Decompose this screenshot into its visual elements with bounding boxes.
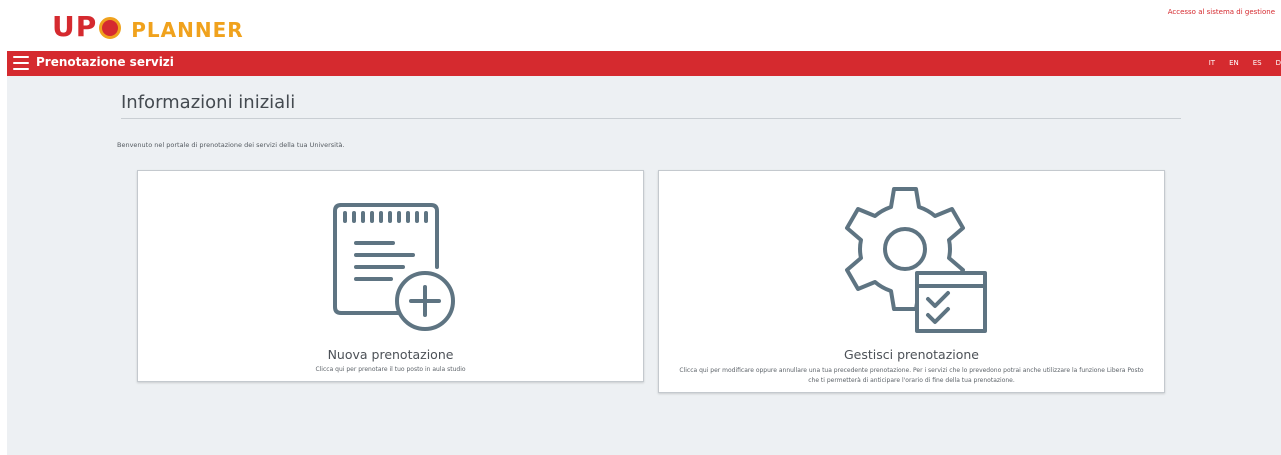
lang-en[interactable]: EN <box>1229 59 1239 67</box>
top-header: UP PLANNER Accesso al sistema di gestion… <box>0 0 1281 51</box>
admin-access-link[interactable]: Accesso al sistema di gestione <box>1168 8 1275 16</box>
lang-de[interactable]: D <box>1276 59 1281 67</box>
manage-booking-card[interactable]: Gestisci prenotazione Clicca qui per mod… <box>658 170 1165 393</box>
page-title: Informazioni iniziali <box>121 92 296 113</box>
navbar: Prenotazione servizi IT EN ES D <box>7 51 1281 76</box>
logo-planner-text: PLANNER <box>131 18 244 42</box>
upo-planner-logo[interactable]: UP PLANNER <box>52 10 244 44</box>
manage-booking-gear-icon <box>844 187 987 333</box>
lang-es[interactable]: ES <box>1253 59 1262 67</box>
hamburger-menu-icon[interactable] <box>13 56 29 70</box>
logo-upo-text: UP <box>52 10 98 43</box>
main-content: Informazioni iniziali Benvenuto nel port… <box>7 76 1281 455</box>
title-divider <box>121 118 1181 119</box>
nav-title: Prenotazione servizi <box>36 55 174 69</box>
new-booking-description: Clicca qui per prenotare il tuo posto in… <box>315 366 466 373</box>
lang-it[interactable]: IT <box>1209 59 1215 67</box>
manage-booking-description: Clicca qui per modificare oppure annulla… <box>679 367 1144 384</box>
logo-ball-icon <box>99 17 122 39</box>
language-switcher: IT EN ES D <box>1209 59 1281 67</box>
new-booking-title: Nuova prenotazione <box>327 347 454 362</box>
new-booking-card[interactable]: Nuova prenotazione Clicca qui per prenot… <box>137 170 644 382</box>
manage-booking-title: Gestisci prenotazione <box>843 347 979 362</box>
new-booking-icon <box>332 203 455 331</box>
intro-text: Benvenuto nel portale di prenotazione de… <box>117 141 345 149</box>
